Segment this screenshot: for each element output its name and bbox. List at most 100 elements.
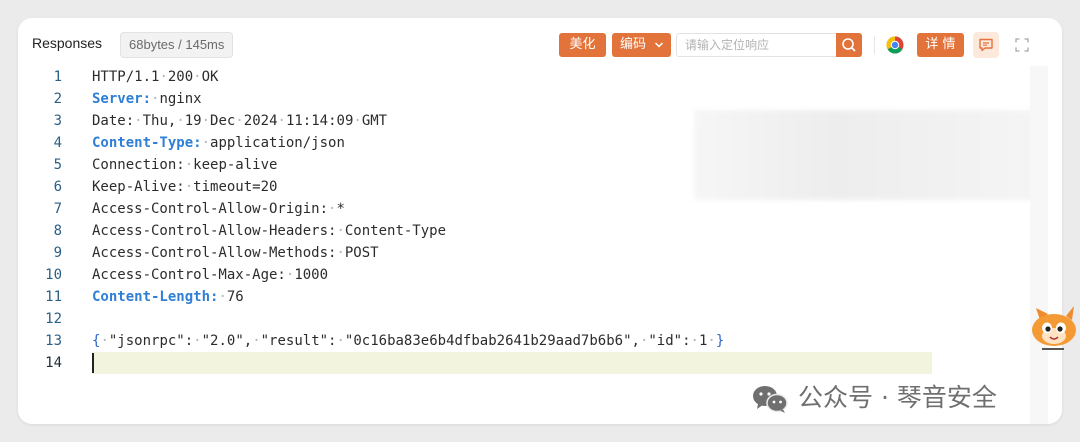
code-line: 2 Server:·nginx bbox=[18, 88, 938, 110]
line-content: {·"jsonrpc":·"2.0",·"result":·"0c16ba83e… bbox=[92, 330, 724, 352]
editor-scrollbar[interactable] bbox=[1030, 66, 1048, 424]
whitespace-marker: · bbox=[707, 333, 716, 349]
whitespace-marker: · bbox=[235, 113, 244, 129]
code-line: 8 Access-Control-Allow-Headers:·Content-T… bbox=[18, 220, 938, 242]
response-stats-badge: 68bytes / 145ms bbox=[120, 32, 234, 58]
code-token: 2024 bbox=[243, 113, 278, 129]
chevron-down-icon bbox=[654, 42, 664, 48]
header-key: Content-Length: bbox=[92, 289, 219, 305]
code-token: application/json bbox=[210, 135, 345, 151]
whitespace-marker: · bbox=[193, 333, 202, 349]
fullscreen-icon[interactable] bbox=[1014, 37, 1030, 53]
code-token: 76 bbox=[226, 289, 244, 305]
toolbar-divider bbox=[874, 36, 875, 54]
whitespace-marker: · bbox=[336, 333, 345, 349]
line-number: 3 bbox=[53, 113, 62, 129]
code-token: GMT bbox=[361, 113, 388, 129]
code-token: OK bbox=[201, 69, 219, 85]
wechat-icon bbox=[753, 386, 788, 413]
encoding-label: 编码 bbox=[620, 37, 647, 52]
code-line: 1 HTTP/1.1·200·OK bbox=[18, 66, 938, 88]
line-number: 5 bbox=[53, 157, 62, 173]
code-token: "id": bbox=[648, 333, 691, 349]
line-number: 12 bbox=[45, 311, 62, 327]
whitespace-marker: · bbox=[277, 113, 286, 129]
whitespace-marker: · bbox=[252, 333, 261, 349]
comment-button[interactable] bbox=[973, 32, 999, 58]
blurred-region bbox=[694, 110, 1044, 200]
code-token: Access-Control-Allow-Methods: bbox=[92, 245, 337, 261]
line-number: 13 bbox=[45, 333, 62, 349]
code-token: Connection: bbox=[92, 157, 185, 173]
comment-icon bbox=[979, 38, 993, 52]
whitespace-marker: · bbox=[184, 157, 194, 173]
code-line: 12 bbox=[18, 308, 938, 330]
search-icon bbox=[842, 38, 856, 52]
code-token: nginx bbox=[159, 91, 202, 107]
header-key: Content-Type: bbox=[92, 135, 202, 151]
whitespace-marker: · bbox=[336, 223, 345, 239]
line-content: Date:·Thu,·19·Dec·2024·11:14:09·GMT bbox=[92, 110, 387, 132]
code-token: 19 bbox=[184, 113, 202, 129]
code-token: "jsonrpc": bbox=[108, 333, 194, 349]
code-line: 10 Access-Control-Max-Age:·1000 bbox=[18, 264, 938, 286]
code-token: keep-alive bbox=[193, 157, 278, 173]
code-token: timeout=20 bbox=[193, 179, 278, 195]
whitespace-marker: · bbox=[336, 245, 345, 261]
code-token: 1000 bbox=[294, 267, 329, 283]
code-token: Keep-Alive: bbox=[92, 179, 185, 195]
line-number: 1 bbox=[53, 69, 62, 85]
whitespace-marker: · bbox=[184, 179, 194, 195]
line-content: Access-Control-Allow-Headers:·Content-Ty… bbox=[92, 220, 446, 242]
code-token: Access-Control-Allow-Origin: bbox=[92, 201, 329, 217]
line-content: Keep-Alive:·timeout=20 bbox=[92, 176, 277, 198]
line-content: Access-Control-Allow-Origin:·* bbox=[92, 198, 345, 220]
line-number: 14 bbox=[45, 355, 62, 371]
code-token: 200 bbox=[167, 69, 194, 85]
whitespace-marker: · bbox=[353, 113, 362, 129]
whitespace-marker: · bbox=[100, 333, 109, 349]
beautify-button[interactable]: 美化 bbox=[559, 33, 606, 57]
code-token: Access-Control-Max-Age: bbox=[92, 267, 286, 283]
watermark-text: 公众号 · 琴音安全 bbox=[798, 383, 997, 412]
text-cursor bbox=[92, 353, 94, 373]
code-token: * bbox=[336, 201, 345, 217]
code-line: 13 {·"jsonrpc":·"2.0",·"result":·"0c16ba8… bbox=[18, 330, 938, 352]
responses-panel: Responses 68bytes / 145ms 美化 编码 请输入定位响应 … bbox=[18, 18, 1062, 424]
code-token: } bbox=[715, 333, 725, 349]
code-line: 11 Content-Length:·76 bbox=[18, 286, 938, 308]
line-content: HTTP/1.1·200·OK bbox=[92, 66, 218, 88]
line-content: Content-Length:·76 bbox=[92, 286, 244, 308]
code-token: Dec bbox=[210, 113, 236, 129]
line-content: Access-Control-Allow-Methods:·POST bbox=[92, 242, 379, 264]
line-content: Access-Control-Max-Age:·1000 bbox=[92, 264, 328, 286]
line-number: 7 bbox=[53, 201, 62, 217]
whitespace-marker: · bbox=[201, 135, 211, 151]
mascot-icon[interactable] bbox=[1026, 302, 1080, 354]
code-token: Access-Control-Allow-Headers: bbox=[92, 223, 337, 239]
locate-response-input[interactable] bbox=[677, 34, 835, 56]
whitespace-marker: · bbox=[159, 69, 168, 85]
code-token: POST bbox=[344, 245, 379, 261]
panel-title: Responses bbox=[32, 35, 103, 51]
details-button[interactable]: 详 情 bbox=[917, 33, 964, 57]
line-number: 9 bbox=[53, 245, 62, 261]
whitespace-marker: · bbox=[193, 69, 202, 85]
whitespace-marker: · bbox=[218, 289, 227, 305]
line-content: Server:·nginx bbox=[92, 88, 202, 110]
whitespace-marker: · bbox=[176, 113, 185, 129]
encoding-dropdown[interactable]: 编码 bbox=[612, 33, 671, 57]
search-button[interactable] bbox=[836, 33, 862, 57]
line-number: 10 bbox=[45, 267, 62, 283]
details-label: 详 情 bbox=[925, 37, 956, 52]
response-editor[interactable]: 1 HTTP/1.1·200·OK 2 Server:·nginx 3 Date:·Thu… bbox=[18, 66, 1062, 424]
code-line: 9 Access-Control-Allow-Methods:·POST bbox=[18, 242, 938, 264]
wechat-watermark: 公众号 · 琴音安全 bbox=[750, 380, 997, 416]
line-number: 2 bbox=[53, 91, 62, 107]
code-token: Date: bbox=[92, 113, 135, 129]
code-token: HTTP/1.1 bbox=[92, 69, 160, 85]
line-number: 4 bbox=[53, 135, 62, 151]
chrome-icon[interactable] bbox=[886, 36, 904, 54]
code-line: 14 bbox=[45, 352, 932, 374]
line-content: Connection:·keep-alive bbox=[92, 154, 277, 176]
